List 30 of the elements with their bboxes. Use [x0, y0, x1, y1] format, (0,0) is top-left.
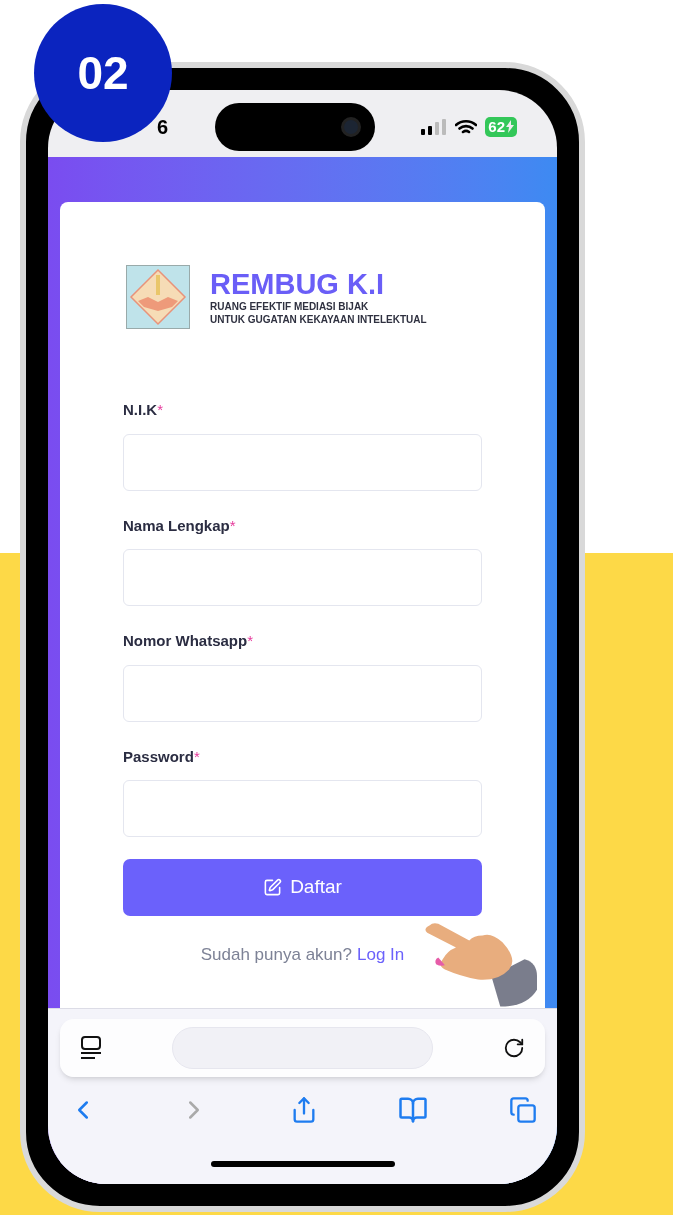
login-prompt: Sudah punya akun? [200, 944, 352, 966]
signal-icon [421, 118, 448, 135]
required-asterisk: * [229, 515, 236, 536]
wifi-icon [455, 118, 478, 135]
reload-icon[interactable] [503, 1037, 525, 1059]
register-button[interactable]: Daftar [123, 859, 482, 916]
tabs-icon[interactable] [509, 1096, 537, 1124]
camera-lens-icon [340, 116, 361, 137]
required-asterisk: * [247, 631, 253, 651]
required-asterisk: * [157, 400, 163, 420]
app-subtitle: UNTUK GUGATAN KEKAYAAN INTELEKTUAL [210, 313, 427, 326]
charging-bolt-icon [506, 120, 514, 133]
battery-indicator: 62 [485, 116, 517, 137]
app-subtitle: RUANG EFEKTIF MEDIASI BIJAK [210, 300, 370, 313]
input-field[interactable] [123, 549, 482, 606]
field-label: Nomor Whatsapp [123, 631, 248, 651]
required-asterisk: * [193, 746, 200, 767]
logo-drawing [126, 265, 190, 329]
reader-icon[interactable] [80, 1036, 102, 1060]
edit-icon [263, 878, 283, 897]
status-time: 6 [155, 114, 168, 140]
login-link[interactable]: Log In [357, 942, 405, 968]
input-field[interactable] [123, 780, 482, 837]
field-label: Password [123, 746, 194, 767]
field-label: N.I.K [123, 400, 158, 420]
input-field[interactable] [123, 433, 482, 491]
input-field[interactable] [123, 664, 482, 722]
bookmarks-icon[interactable] [398, 1095, 429, 1125]
field-label: Nama Lengkap [123, 515, 230, 536]
app-title: REMBUG K.I [210, 268, 385, 300]
